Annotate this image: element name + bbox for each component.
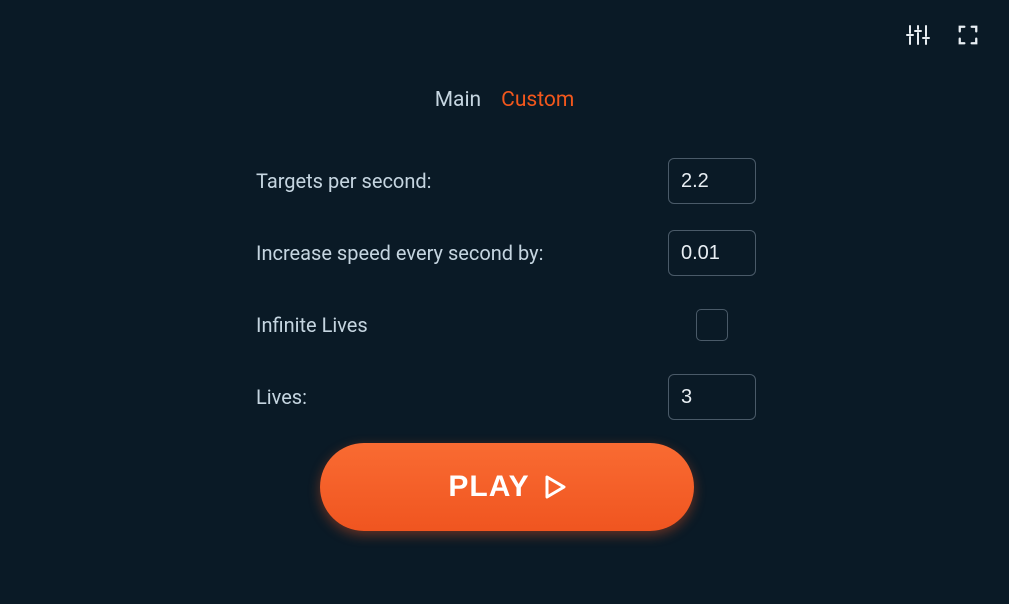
increase-speed-label: Increase speed every second by: [256,241,543,265]
targets-per-second-label: Targets per second: [256,169,432,193]
increase-speed-input[interactable] [668,230,756,276]
setting-row-lives: Lives: [256,374,756,420]
lives-label: Lives: [256,385,307,409]
settings-panel: Targets per second: Increase speed every… [256,158,756,446]
play-icon [544,475,566,499]
infinite-lives-checkbox[interactable] [696,309,728,341]
lives-input[interactable] [668,374,756,420]
settings-icon[interactable] [905,22,931,48]
setting-row-increase-speed: Increase speed every second by: [256,230,756,276]
targets-per-second-input[interactable] [668,158,756,204]
infinite-lives-checkbox-wrapper [668,309,756,341]
infinite-lives-label: Infinite Lives [256,313,368,337]
tab-custom[interactable]: Custom [501,88,574,112]
tabs-container: Main Custom [435,88,575,112]
setting-row-targets-per-second: Targets per second: [256,158,756,204]
setting-row-infinite-lives: Infinite Lives [256,302,756,348]
fullscreen-icon[interactable] [955,22,981,48]
tab-main[interactable]: Main [435,88,481,112]
play-button-label: PLAY [448,470,529,504]
play-button[interactable]: PLAY [320,443,694,531]
